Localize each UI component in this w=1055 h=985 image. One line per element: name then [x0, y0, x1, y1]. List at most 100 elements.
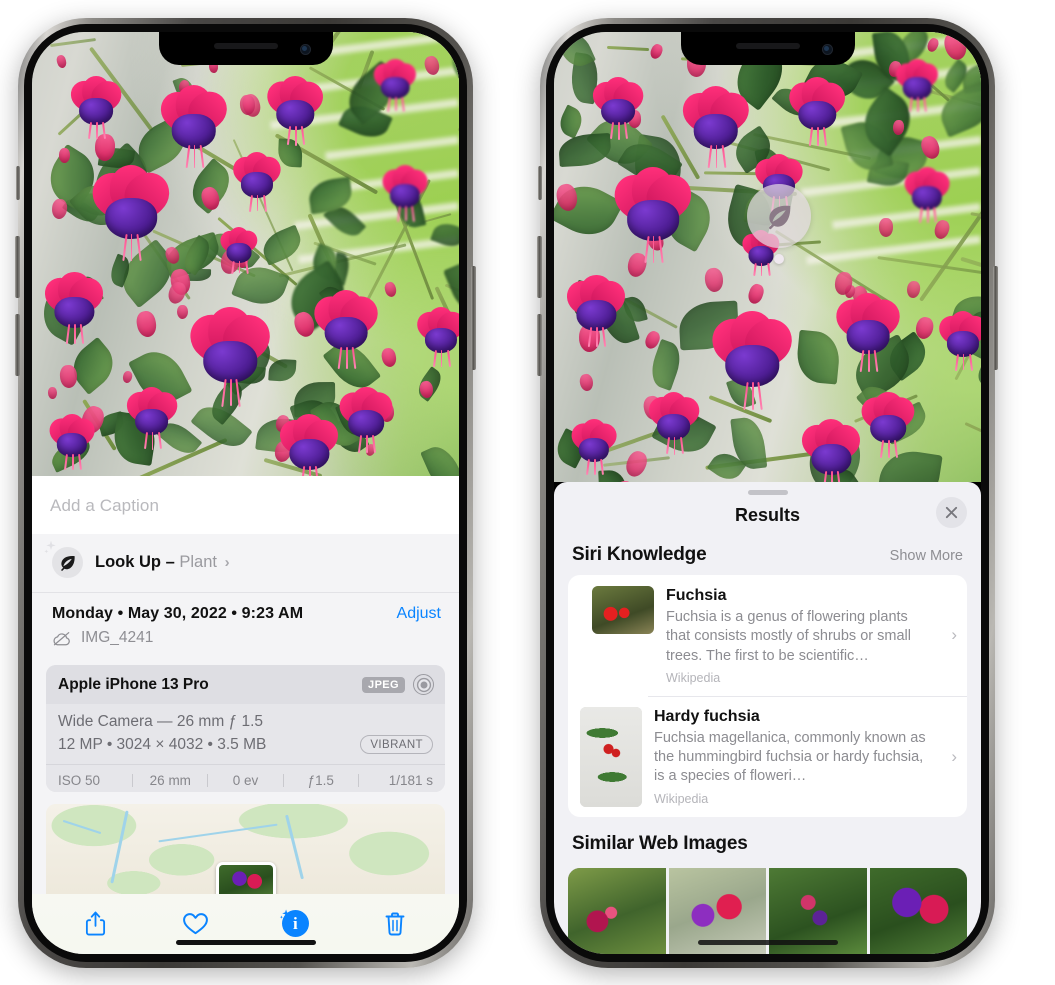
screen-left: Add a Caption Look Up – Plant › Monday •… [32, 32, 459, 954]
favorite-button[interactable] [176, 904, 216, 944]
visual-lookup-leaf-badge[interactable] [747, 184, 811, 248]
flower-bud [878, 218, 893, 238]
exif-iso: ISO 50 [58, 773, 101, 788]
fuchsia-flower [369, 57, 422, 112]
delete-button[interactable] [375, 904, 415, 944]
look-up-title: Look Up [95, 553, 161, 571]
iphone-right-visual-lookup: Results Siri Knowledge Show More Fuchsia… [537, 18, 998, 968]
flower-stamen [238, 260, 241, 274]
flower-bud [176, 304, 188, 320]
filename-row: IMG_4241 [52, 629, 441, 647]
fuchsia-flower [703, 309, 802, 410]
aperture-icon [413, 674, 434, 695]
notch-right [680, 32, 855, 65]
volume-up-button[interactable] [537, 236, 542, 298]
fuchsia-flower [215, 226, 262, 274]
flower-corolla [276, 100, 314, 130]
knowledge-source: Wikipedia [666, 670, 721, 685]
mute-switch[interactable] [16, 166, 20, 200]
look-up-value: Plant [179, 553, 217, 571]
fuchsia-flower [782, 76, 852, 147]
volume-up-button[interactable] [15, 236, 20, 298]
fuchsia-flower [560, 273, 633, 348]
similar-image-item[interactable] [869, 868, 967, 954]
knowledge-row[interactable]: Hardy fuchsia Fuchsia magellanica, commo… [568, 695, 967, 817]
camera-info-card[interactable]: Apple iPhone 13 Pro JPEG Wide Camera — 2… [46, 665, 445, 793]
results-sheet: Results Siri Knowledge Show More Fuchsia… [554, 482, 981, 954]
front-camera [821, 44, 833, 55]
location-map-card[interactable] [46, 804, 445, 894]
flower-stamen [395, 96, 397, 112]
home-indicator-right[interactable] [697, 940, 838, 945]
flower-stamen [309, 466, 311, 476]
flower-stamen [927, 207, 929, 223]
look-up-row[interactable]: Look Up – Plant › [32, 534, 459, 593]
fuchsia-flower [899, 166, 955, 224]
photo-viewer[interactable] [32, 32, 459, 476]
fuchsia-flower [307, 288, 386, 369]
flower-stamen [230, 378, 232, 407]
flower-stamen [752, 382, 754, 410]
hardy-fuchsia-thumbnail-image [580, 706, 642, 807]
sparkle-icon [44, 540, 56, 554]
photo-metadata: Monday • May 30, 2022 • 9:23 AM Adjust I… [32, 593, 459, 655]
exif-aperture: ƒ1.5 [307, 773, 334, 788]
look-up-badge [44, 540, 83, 578]
section-title: Siri Knowledge [572, 543, 707, 565]
flower-stamen [130, 234, 133, 261]
front-camera [299, 44, 311, 55]
share-button[interactable] [76, 904, 116, 944]
section-title: Similar Web Images [572, 833, 748, 854]
photo-style-badge: VIBRANT [360, 735, 433, 754]
fuchsia-flower [642, 391, 705, 455]
flower-bud [58, 364, 78, 389]
flower-stamen [962, 353, 965, 371]
siri-knowledge-header: Siri Knowledge Show More [554, 538, 981, 575]
fuchsia-flower [83, 163, 179, 261]
sheet-header: Results [554, 495, 981, 538]
look-up-dash: – [165, 553, 175, 571]
earpiece-speaker [213, 43, 278, 49]
adjust-button[interactable]: Adjust [397, 605, 441, 623]
flower-corolla [289, 438, 329, 470]
info-button[interactable]: i [275, 904, 315, 944]
flower-corolla [846, 320, 890, 354]
flower-corolla [576, 299, 617, 331]
flower-corolla [627, 199, 679, 241]
fuchsia-flower [273, 412, 346, 476]
flower-stamen [715, 145, 718, 169]
show-more-button[interactable]: Show More [890, 548, 963, 564]
flower-stamen [72, 454, 74, 470]
power-button[interactable] [993, 266, 998, 370]
flower-corolla [811, 443, 851, 475]
chevron-right-icon: › [951, 625, 957, 645]
mute-switch[interactable] [538, 166, 542, 200]
notch-left [158, 32, 333, 65]
knowledge-description: Fuchsia is a genus of flowering plants t… [666, 608, 911, 664]
fuchsia-flower [260, 75, 330, 146]
knowledge-body: Hardy fuchsia Fuchsia magellanica, commo… [654, 707, 935, 806]
power-button[interactable] [471, 266, 476, 370]
home-indicator-left[interactable] [175, 940, 316, 945]
flower-stamen [760, 263, 763, 277]
close-button[interactable] [936, 496, 967, 528]
earpiece-speaker [735, 43, 800, 49]
heart-icon [183, 913, 209, 935]
photo-viewer[interactable] [554, 32, 981, 482]
volume-down-button[interactable] [15, 314, 20, 376]
camera-card-badges: JPEG [362, 674, 434, 695]
metadata-date-row: Monday • May 30, 2022 • 9:23 AM Adjust [52, 605, 441, 623]
knowledge-row[interactable]: Fuchsia Fuchsia is a genus of flowering … [568, 575, 967, 696]
sheet-title: Results [734, 504, 801, 525]
flower-stamen [440, 350, 443, 367]
caption-field[interactable]: Add a Caption [32, 476, 459, 534]
fuchsia-flower [855, 391, 922, 458]
row-divider [648, 695, 967, 697]
trash-icon [385, 912, 405, 936]
volume-down-button[interactable] [537, 314, 542, 376]
flower-stamen [652, 235, 655, 263]
map-photo-pin[interactable] [215, 862, 276, 894]
flower-stamen [596, 327, 598, 348]
leaf-icon [769, 205, 791, 230]
similar-image-item[interactable] [568, 868, 666, 954]
